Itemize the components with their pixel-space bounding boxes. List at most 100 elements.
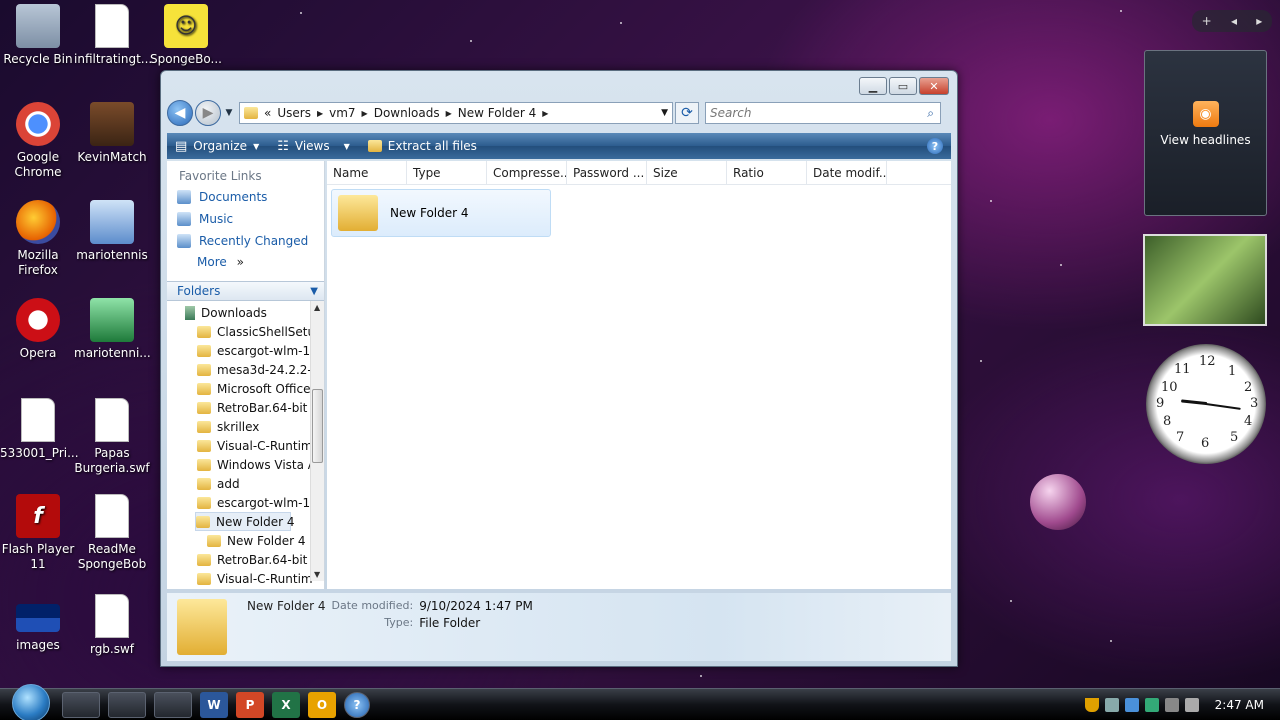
address-bar[interactable]: « Users ▶ vm7 ▶ Downloads ▶ New Folder 4… xyxy=(239,102,673,124)
taskbar-media-player[interactable] xyxy=(108,691,146,718)
column-ratio[interactable]: Ratio xyxy=(727,161,807,184)
taskbar-outlook[interactable]: O xyxy=(308,691,336,718)
search-input[interactable]: Search ⌕ xyxy=(705,102,941,124)
desktop-icon-spongebob[interactable]: ☺ SpongeBo... xyxy=(148,4,224,67)
start-button[interactable] xyxy=(12,683,50,720)
folder-icon xyxy=(244,107,258,119)
tree-item[interactable]: add xyxy=(197,474,240,493)
file-item-new-folder-4[interactable]: New Folder 4 xyxy=(331,189,551,237)
desktop-icon-opera[interactable]: Opera xyxy=(0,298,76,361)
desktop-icon-flash-player[interactable]: f Flash Player 11 xyxy=(0,494,76,572)
desktop-icon-533001[interactable]: 533001_Pri... xyxy=(0,398,79,461)
feed-headlines-gadget[interactable]: ◉ View headlines xyxy=(1144,50,1267,216)
powerpoint-icon: P xyxy=(245,697,255,712)
tree-item[interactable]: RetroBar.64-bit xyxy=(197,398,307,417)
safely-remove-icon[interactable] xyxy=(1104,697,1119,712)
scroll-up-icon[interactable]: ▲ xyxy=(314,303,320,312)
breadcrumb-separator-icon[interactable]: ▶ xyxy=(362,109,368,118)
network-icon[interactable] xyxy=(1164,697,1179,712)
clock-gadget[interactable]: 12 1 2 3 4 5 6 7 8 9 10 11 xyxy=(1146,344,1266,464)
breadcrumb-users[interactable]: Users xyxy=(277,106,311,120)
folders-header[interactable]: Folders ▼ xyxy=(167,281,324,301)
tree-item[interactable]: skrillex xyxy=(197,417,259,436)
desktop-icon-images[interactable]: images xyxy=(0,594,76,653)
desktop-icon-readme[interactable]: ReadMe SpongeBob xyxy=(74,494,150,572)
refresh-button[interactable]: ⟳ xyxy=(675,102,699,124)
desktop-icon-mariotenni-archive[interactable]: mariotenni... xyxy=(74,298,151,361)
shield-icon[interactable] xyxy=(1084,697,1099,712)
desktop-icon-kevinmatch[interactable]: KevinMatch xyxy=(74,102,150,165)
desktop-icon-papas-burgeria[interactable]: Papas Burgeria.swf xyxy=(74,398,150,476)
breadcrumb-separator-icon[interactable]: ▶ xyxy=(446,109,452,118)
taskbar-clock[interactable]: 2:47 AM xyxy=(1215,698,1264,712)
tree-item[interactable]: Microsoft Office xyxy=(197,379,310,398)
favorite-recently-changed[interactable]: Recently Changed xyxy=(167,227,324,249)
tree-item[interactable]: escargot-wlm-14 xyxy=(197,493,318,512)
desktop-icon-firefox[interactable]: Mozilla Firefox xyxy=(0,200,76,278)
column-password[interactable]: Password ... xyxy=(567,161,647,184)
desktop-icon-infiltrating[interactable]: infiltratingt... xyxy=(74,4,152,67)
taskbar-excel[interactable]: X xyxy=(272,691,300,718)
desktop-icon-rgb[interactable]: rgb.swf xyxy=(74,594,150,657)
close-button[interactable]: ✕ xyxy=(919,77,949,95)
volume-muted-icon[interactable] xyxy=(1184,697,1199,712)
breadcrumb-separator-icon[interactable]: ▶ xyxy=(542,109,548,118)
hour-hand xyxy=(1181,399,1208,406)
chevron-right-icon[interactable]: ▸ xyxy=(1256,14,1262,28)
desktop-icon-chrome[interactable]: Google Chrome xyxy=(0,102,76,180)
display-icon[interactable] xyxy=(1124,697,1139,712)
column-compressed[interactable]: Compresse... xyxy=(487,161,567,184)
column-name[interactable]: Name xyxy=(327,161,407,184)
recent-pages-dropdown[interactable]: ▼ xyxy=(223,108,235,118)
desktop-icon-recycle-bin[interactable]: Recycle Bin xyxy=(0,4,76,67)
help-icon[interactable]: ? xyxy=(927,138,943,154)
text-document-icon xyxy=(95,494,129,538)
extract-all-button[interactable]: Extract all files xyxy=(367,139,477,153)
taskbar-explorer[interactable] xyxy=(154,691,192,718)
update-icon[interactable] xyxy=(1144,697,1159,712)
breadcrumb-new-folder-4[interactable]: New Folder 4 xyxy=(458,106,537,120)
address-dropdown-icon[interactable]: ▼ xyxy=(661,108,668,118)
organize-button[interactable]: ▤ Organize ▼ xyxy=(175,139,259,154)
breadcrumb-downloads[interactable]: Downloads xyxy=(374,106,440,120)
column-size[interactable]: Size xyxy=(647,161,727,184)
minimize-button[interactable]: ▁ xyxy=(859,77,887,95)
desktop-icon-mariotennis[interactable]: mariotennis xyxy=(74,200,150,263)
tree-item[interactable]: mesa3d-24.2.2-r xyxy=(197,360,317,379)
tree-item-new-folder-4-selected[interactable]: New Folder 4 xyxy=(195,512,295,531)
taskbar-help[interactable]: ? xyxy=(344,691,370,718)
scroll-down-icon[interactable]: ▼ xyxy=(314,570,320,579)
scrollbar-thumb[interactable] xyxy=(312,389,323,463)
favorite-documents[interactable]: Documents xyxy=(167,183,324,205)
tree-item[interactable]: RetroBar.64-bit xyxy=(197,550,307,569)
add-gadget-button[interactable]: + xyxy=(1202,14,1212,28)
taskbar-word[interactable]: W xyxy=(200,691,228,718)
search-icon[interactable]: ⌕ xyxy=(927,106,934,121)
tree-item[interactable]: Visual-C-Runtim xyxy=(197,569,313,588)
folder-icon xyxy=(197,401,211,414)
slideshow-gadget[interactable] xyxy=(1143,234,1267,326)
views-button[interactable]: ☷ Views ▼ xyxy=(277,139,350,154)
breadcrumb-separator-icon[interactable]: ▶ xyxy=(317,109,323,118)
column-date-modified[interactable]: Date modif... xyxy=(807,161,887,184)
tree-item[interactable]: Visual-C-Runtim xyxy=(197,436,313,455)
back-button[interactable]: ◀ xyxy=(167,100,193,126)
folder-tree-scrollbar[interactable]: ▲ ▼ xyxy=(310,301,324,581)
favorite-music[interactable]: Music xyxy=(167,205,324,227)
forward-button[interactable]: ▶ xyxy=(195,100,221,126)
tree-item-new-folder-4-child[interactable]: New Folder 4 xyxy=(207,531,306,550)
zip-folder-icon xyxy=(367,140,382,152)
tree-item[interactable]: Windows Vista A xyxy=(197,455,316,474)
tree-item[interactable]: escargot-wlm-14 xyxy=(197,341,318,360)
chevron-left-icon[interactable]: ◂ xyxy=(1231,14,1237,28)
tree-item-downloads[interactable]: Downloads xyxy=(185,303,267,322)
breadcrumb-overflow[interactable]: « xyxy=(264,106,271,120)
maximize-button[interactable]: ▭ xyxy=(889,77,917,95)
taskbar-chrome[interactable] xyxy=(62,691,100,718)
favorites-more-link[interactable]: More » xyxy=(167,249,324,269)
tree-item[interactable]: ClassicShellSetup xyxy=(197,322,323,341)
column-type[interactable]: Type xyxy=(407,161,487,184)
firefox-icon xyxy=(16,200,60,244)
taskbar-powerpoint[interactable]: P xyxy=(236,691,264,718)
breadcrumb-vm7[interactable]: vm7 xyxy=(329,106,355,120)
